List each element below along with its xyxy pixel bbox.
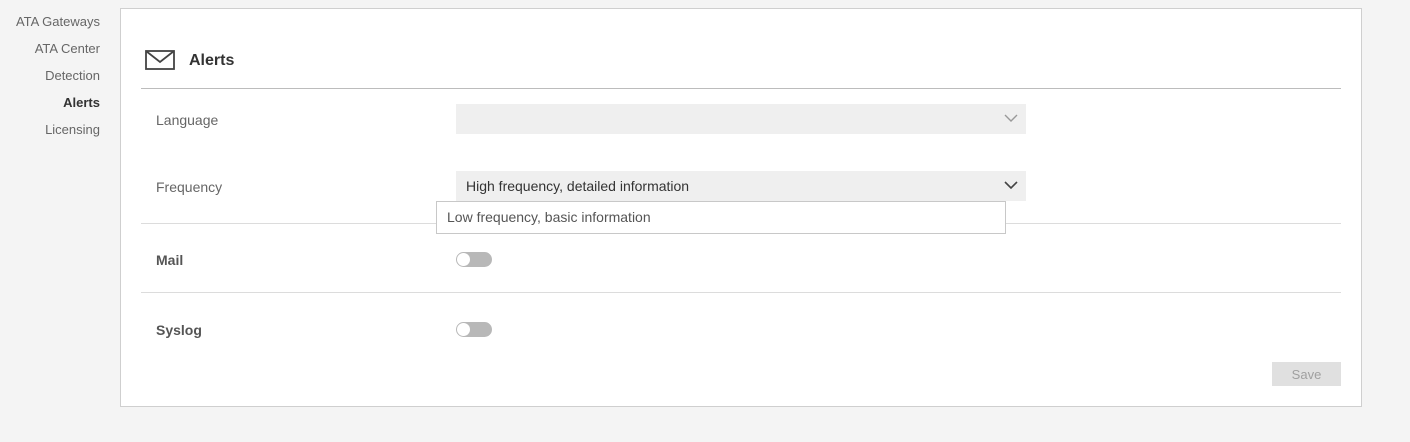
panel-title: Alerts (189, 52, 235, 69)
syslog-label: Syslog (156, 322, 202, 338)
frequency-option-low[interactable]: Low frequency, basic information (437, 202, 1005, 233)
chevron-down-icon (1004, 114, 1018, 122)
language-select[interactable] (456, 104, 1026, 134)
settings-sidebar: ATA Gateways ATA Center Detection Alerts… (0, 8, 110, 143)
frequency-dropdown-list: Low frequency, basic information (436, 201, 1006, 234)
sidebar-item-detection[interactable]: Detection (0, 62, 110, 89)
chevron-down-icon (1004, 181, 1018, 190)
panel-header: Alerts (141, 45, 1341, 89)
sidebar-item-ata-center[interactable]: ATA Center (0, 35, 110, 62)
frequency-select-value: High frequency, detailed information (466, 178, 690, 194)
frequency-label: Frequency (156, 179, 223, 195)
syslog-toggle[interactable] (456, 322, 492, 337)
sidebar-item-alerts[interactable]: Alerts (0, 89, 110, 116)
alerts-settings-panel: Alerts Language Frequency High frequency… (120, 8, 1362, 407)
sidebar-item-licensing[interactable]: Licensing (0, 116, 110, 143)
mail-icon (145, 50, 175, 70)
syslog-toggle-knob (457, 323, 470, 336)
mail-label: Mail (156, 252, 184, 268)
frequency-select[interactable]: High frequency, detailed information (456, 171, 1026, 201)
sidebar-item-ata-gateways[interactable]: ATA Gateways (0, 8, 110, 35)
mail-toggle[interactable] (456, 252, 492, 267)
language-label: Language (156, 112, 219, 128)
mail-toggle-knob (457, 253, 470, 266)
divider (141, 292, 1341, 293)
save-button[interactable]: Save (1272, 362, 1341, 386)
